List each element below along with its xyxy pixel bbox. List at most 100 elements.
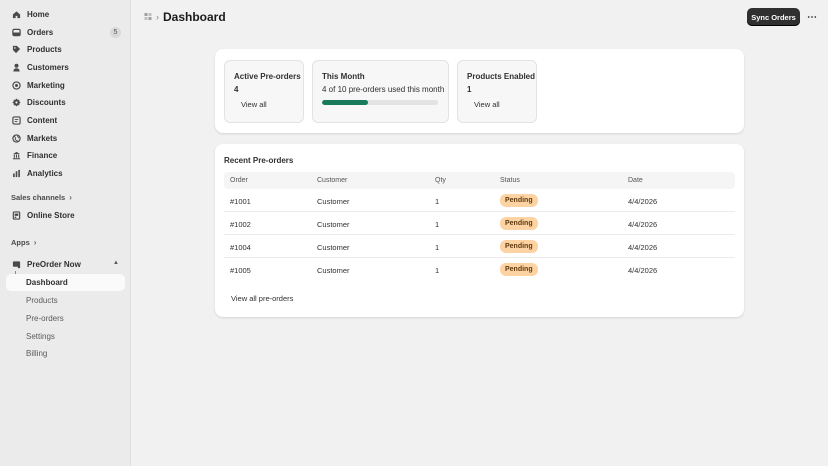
order-date: 4/4/2026 [628, 197, 658, 206]
sidebar: Home Orders 5 Products Customers Marketi… [0, 0, 131, 466]
status-badge: Pending [500, 240, 538, 253]
recent-preorders-title: Recent Pre-orders [224, 156, 294, 165]
view-all-active-link[interactable]: View all [241, 100, 267, 109]
more-actions-icon[interactable]: ⋯ [805, 8, 819, 26]
customer-name: Customer [317, 220, 350, 229]
sync-orders-button[interactable]: Sync Orders [747, 8, 800, 26]
view-all-products-link[interactable]: View all [474, 100, 500, 109]
stat-products-enabled: Products Enabled 1 View all [457, 60, 537, 123]
app-breadcrumb-icon[interactable] [144, 12, 152, 22]
stat-value: 1 [467, 85, 472, 94]
orders-icon [12, 28, 21, 37]
table-header: Order Customer Qty Status Date [224, 172, 735, 189]
column-header-date[interactable]: Date [628, 177, 643, 184]
sidebar-item-preorder-now[interactable]: PreOrder Now ▲ [6, 256, 125, 273]
sidebar-item-home[interactable]: Home [6, 6, 125, 23]
sidebar-item-label: Markets [27, 134, 58, 143]
stat-active-preorders: Active Pre-orders 4 View all [224, 60, 304, 123]
sidebar-item-label: Orders [27, 28, 54, 37]
bank-icon [12, 151, 21, 160]
content-icon [12, 116, 21, 125]
sidebar-subitem-dashboard[interactable]: Dashboard [6, 274, 125, 291]
customer-name: Customer [317, 243, 350, 252]
sidebar-subitem-products[interactable]: Products [26, 296, 58, 305]
order-date: 4/4/2026 [628, 266, 658, 275]
status-badge: Pending [500, 194, 538, 207]
stat-value: 4 [234, 85, 239, 94]
view-all-preorders-link[interactable]: View all pre-orders [231, 294, 293, 303]
sidebar-item-label: Analytics [27, 169, 63, 178]
column-header-qty[interactable]: Qty [435, 177, 446, 184]
customer-name: Customer [317, 197, 350, 206]
target-icon [12, 81, 21, 90]
tag-icon [12, 45, 21, 54]
order-number[interactable]: #1002 [230, 220, 251, 229]
sales-channels-label: Sales channels [11, 193, 66, 202]
recent-preorders-card: Recent Pre-orders Order Customer Qty Sta… [215, 144, 744, 317]
sidebar-item-finance[interactable]: Finance [6, 147, 125, 164]
sidebar-subitem-pre-orders[interactable]: Pre-orders [26, 314, 64, 323]
status-badge: Pending [500, 217, 538, 230]
breadcrumb-chevron-icon: › [156, 12, 159, 22]
apps-heading[interactable]: Apps › [11, 238, 36, 247]
sidebar-item-marketing[interactable]: Marketing [6, 77, 125, 94]
app-icon [12, 260, 21, 269]
sidebar-item-label: Content [27, 116, 58, 125]
customer-name: Customer [317, 266, 350, 275]
sidebar-subitem-settings[interactable]: Settings [26, 332, 55, 341]
sidebar-item-customers[interactable]: Customers [6, 59, 125, 76]
sidebar-item-label: Customers [27, 63, 69, 72]
stats-card: Active Pre-orders 4 View all This Month … [215, 49, 744, 133]
sidebar-item-label: Marketing [27, 81, 65, 90]
sidebar-item-products[interactable]: Products [6, 41, 125, 58]
stat-title: This Month [322, 72, 365, 81]
stat-title: Products Enabled [467, 72, 536, 81]
sidebar-item-orders[interactable]: Orders 5 [6, 24, 125, 41]
collapse-arrow-icon[interactable]: ▲ [113, 260, 119, 266]
chevron-right-icon: › [33, 238, 37, 247]
usage-progress-fill [322, 100, 369, 105]
sidebar-item-discounts[interactable]: Discounts [6, 94, 125, 111]
sidebar-subitem-billing[interactable]: Billing [26, 349, 47, 358]
quantity: 1 [435, 266, 440, 275]
sidebar-item-label: Products [27, 45, 62, 54]
sidebar-item-online-store[interactable]: Online Store [6, 207, 125, 224]
apps-label: Apps [11, 238, 30, 247]
sidebar-item-label: PreOrder Now [27, 260, 81, 269]
table-row[interactable]: #1004 Customer 1 Pending 4/4/2026 [224, 235, 735, 258]
stat-title: Active Pre-orders [234, 72, 301, 81]
orders-count-badge: 5 [110, 27, 121, 38]
stat-this-month: This Month 4 of 10 pre-orders used this … [312, 60, 449, 123]
table-row[interactable]: #1001 Customer 1 Pending 4/4/2026 [224, 189, 735, 212]
store-icon [12, 211, 21, 220]
sales-channels-heading[interactable]: Sales channels › [11, 193, 72, 202]
quantity: 1 [435, 197, 440, 206]
order-number[interactable]: #1005 [230, 266, 251, 275]
chevron-right-icon: › [69, 193, 72, 202]
column-header-status[interactable]: Status [500, 177, 520, 184]
column-header-order[interactable]: Order [230, 177, 248, 184]
order-date: 4/4/2026 [628, 243, 658, 252]
order-number[interactable]: #1004 [230, 243, 251, 252]
home-icon [12, 10, 21, 19]
sidebar-item-label: Discounts [27, 98, 66, 107]
sidebar-item-markets[interactable]: Markets [6, 130, 125, 147]
discount-icon [12, 98, 21, 107]
table-row[interactable]: #1005 Customer 1 Pending 4/4/2026 [224, 258, 735, 281]
column-header-customer[interactable]: Customer [317, 177, 347, 184]
order-date: 4/4/2026 [628, 220, 658, 229]
sidebar-item-content[interactable]: Content [6, 112, 125, 129]
person-icon [12, 63, 21, 72]
table-row[interactable]: #1002 Customer 1 Pending 4/4/2026 [224, 212, 735, 235]
status-badge: Pending [500, 263, 538, 276]
sidebar-item-analytics[interactable]: Analytics [6, 165, 125, 182]
order-number[interactable]: #1001 [230, 197, 251, 206]
quantity: 1 [435, 243, 440, 252]
sidebar-subitem-label: Dashboard [26, 278, 68, 287]
page-header: › Dashboard Sync Orders ⋯ [131, 0, 828, 36]
sidebar-item-label: Online Store [27, 211, 75, 220]
chart-icon [12, 169, 21, 178]
sidebar-item-label: Finance [27, 151, 58, 160]
quantity: 1 [435, 220, 440, 229]
sidebar-item-label: Home [27, 10, 50, 19]
